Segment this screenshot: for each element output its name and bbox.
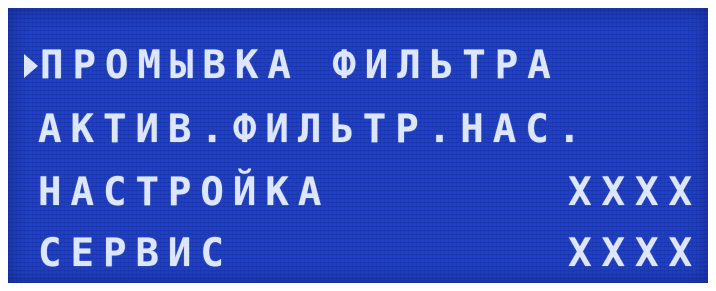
menu-item-settings[interactable]: НАСТРОЙКА XXXX (8, 167, 708, 219)
menu-item-label: АКТИВ.ФИЛЬТР.НАС. (38, 107, 591, 152)
menu-item-label: ПРОМЫВКА ФИЛЬТРА (40, 43, 560, 88)
menu-item-value: XXXX (568, 170, 702, 215)
menu-item-filter-flush[interactable]: ПРОМЫВКА ФИЛЬТРА (8, 40, 708, 92)
menu-item-label: НАСТРОЙКА (38, 170, 331, 215)
lcd-screen: ПРОМЫВКА ФИЛЬТРА АКТИВ.ФИЛЬТР.НАС. НАСТР… (8, 8, 708, 283)
selection-cursor-icon (24, 54, 38, 78)
display-bezel: ПРОМЫВКА ФИЛЬТРА АКТИВ.ФИЛЬТР.НАС. НАСТР… (0, 0, 716, 291)
menu-item-activated-filter[interactable]: АКТИВ.ФИЛЬТР.НАС. (8, 104, 708, 156)
menu-item-label: СЕРВИС (38, 231, 233, 276)
menu-item-service[interactable]: СЕРВИС XXXX (8, 228, 708, 280)
menu-item-value: XXXX (568, 231, 702, 276)
